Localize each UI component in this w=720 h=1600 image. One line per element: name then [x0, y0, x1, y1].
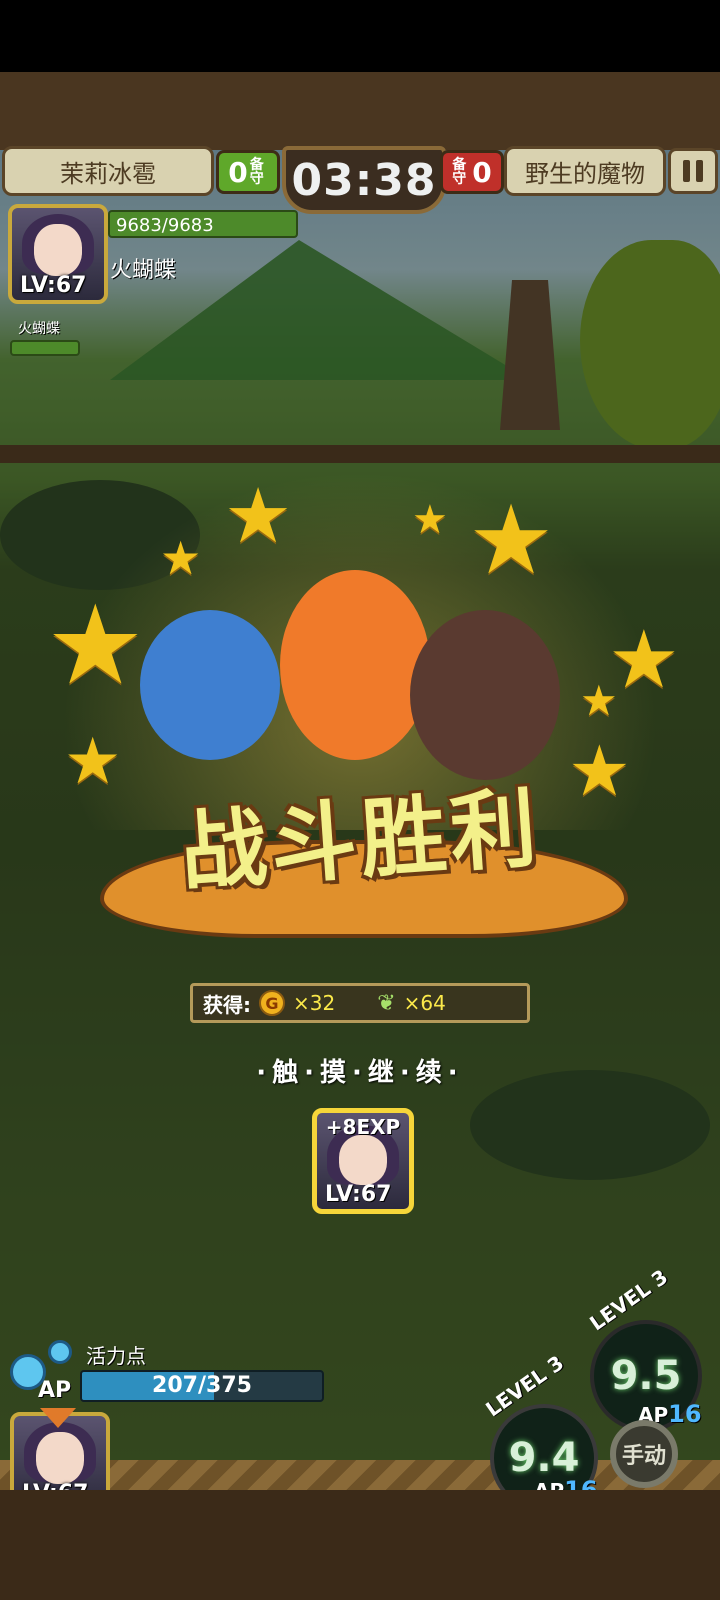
enemy-team-name: 野生的魔物 — [504, 146, 666, 196]
star-icon: ★ — [608, 613, 680, 706]
bottom-frame — [0, 1490, 720, 1600]
brown-hair-character — [410, 610, 560, 780]
star-icon: ★ — [160, 531, 202, 585]
player-score-unit: 备守 — [249, 157, 264, 187]
victory-banner: 战斗胜利 — [90, 770, 630, 960]
orange-hair-character — [280, 570, 430, 760]
star-icon: ★ — [224, 471, 293, 560]
rewards-label: 获得: — [203, 992, 251, 1017]
pause-icon — [683, 160, 690, 182]
star-icon: ★ — [46, 581, 145, 709]
unit-level: LV:67 — [20, 273, 87, 298]
top-frame — [0, 72, 720, 150]
skill-1-value: 9.5 — [610, 1353, 682, 1399]
player-score: 0 备守 — [216, 150, 280, 194]
star-icon: ★ — [412, 497, 448, 543]
ap-bar: 207/375 — [80, 1370, 324, 1402]
exp-gain: +8EXP — [325, 1115, 401, 1139]
ap-meter: 活力点 AP 207/375 — [10, 1340, 324, 1403]
blue-hair-character — [140, 610, 280, 760]
skill-button-1[interactable]: LEVEL 3 9.5 AP16 — [585, 1265, 702, 1432]
unit-name: 火蝴蝶 — [110, 258, 177, 283]
player-team-name: 茉莉冰雹 — [2, 146, 214, 196]
status-bar — [0, 0, 720, 72]
exp-reward-card: +8EXP LV:67 — [312, 1108, 414, 1214]
ap-label: AP — [38, 1378, 72, 1403]
skill-2-value: 9.4 — [508, 1435, 580, 1481]
star-icon: ★ — [580, 676, 618, 725]
rewards-panel: 获得: G ×32 ❦ ×64 — [190, 983, 530, 1023]
feather-quantity: ×64 — [403, 991, 446, 1015]
manual-mode-button[interactable]: 手动 — [610, 1420, 678, 1488]
gold-coin-icon: G — [259, 990, 285, 1016]
ap-value: 207/375 — [152, 1373, 252, 1398]
exp-card-level: LV:67 — [325, 1182, 392, 1207]
enemy-score: 备守 0 — [440, 150, 504, 194]
top-hud: 茉莉冰雹 0 备守 03:38 备守 0 野生的魔物 — [0, 146, 720, 214]
gold-quantity: ×32 — [293, 991, 336, 1015]
field-unit-hp-bar — [10, 340, 80, 356]
feather-icon: ❦ — [377, 990, 396, 1016]
skill-1-ap-cost: 16 — [668, 1400, 702, 1428]
player-score-value: 0 — [228, 155, 248, 189]
pause-button[interactable] — [668, 148, 718, 194]
enemy-score-value: 0 — [472, 155, 492, 189]
enemy-score-unit: 备守 — [452, 157, 467, 187]
unit-hp-bar: 9683/9683 — [108, 210, 298, 238]
ap-bubble-icon — [48, 1340, 72, 1364]
unit-portrait[interactable]: LV:67 — [8, 204, 108, 304]
touch-to-continue[interactable]: ·触·摸·继·续· — [0, 1052, 720, 1089]
field-unit-name: 火蝴蝶 — [18, 321, 60, 337]
ap-title: 活力点 — [86, 1344, 146, 1368]
battle-timer: 03:38 — [282, 146, 446, 214]
star-icon: ★ — [468, 484, 555, 596]
